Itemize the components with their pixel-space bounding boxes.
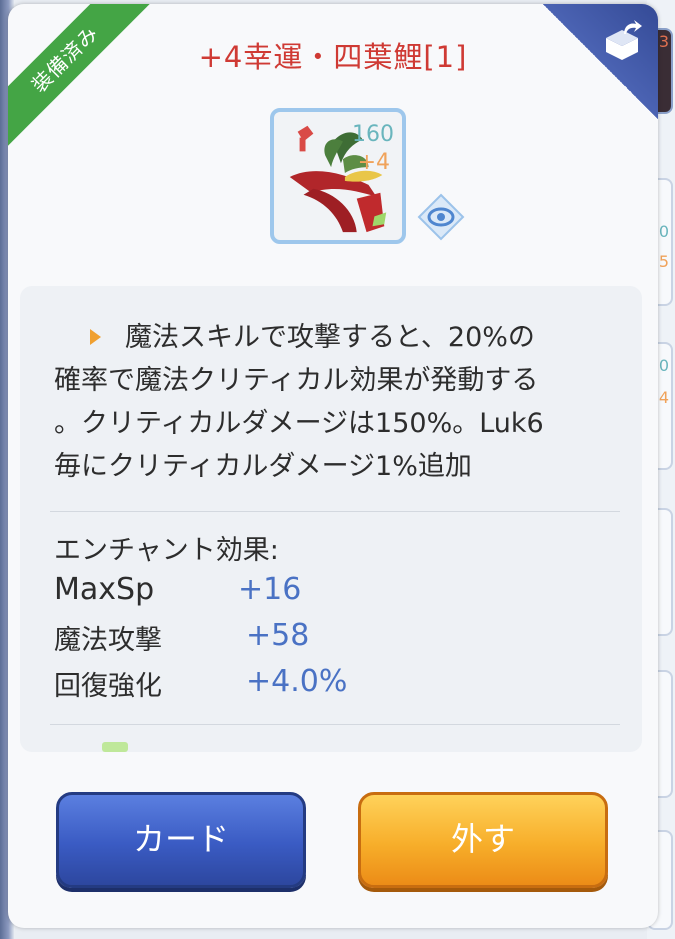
equipped-ribbon: 装備済み bbox=[8, 4, 168, 164]
enchant-name-1: MaxSp bbox=[54, 572, 155, 607]
card-button[interactable]: カード bbox=[56, 792, 306, 888]
description-text: 魔法スキルで攻撃すると、20%の 確率で魔法クリティカル効果が発動する 。クリテ… bbox=[54, 316, 614, 488]
side-number-2: 0 bbox=[658, 222, 669, 241]
description-line-3: 。クリティカルダメージは150%。Luk6 bbox=[54, 408, 544, 439]
remove-button-label: 外す bbox=[450, 820, 515, 858]
divider-1 bbox=[50, 511, 620, 512]
enchant-value-2: +58 bbox=[246, 618, 310, 653]
item-refine: +4 bbox=[357, 150, 390, 175]
arrow-icon bbox=[90, 329, 101, 345]
divider-2 bbox=[50, 724, 620, 725]
description-line-1: 魔法スキルで攻撃すると、20%の bbox=[54, 316, 614, 359]
remove-button[interactable]: 外す bbox=[358, 792, 608, 888]
description-line-2: 確率で魔法クリティカル効果が発動する bbox=[54, 365, 539, 396]
item-icon-frame[interactable]: 160 +4 bbox=[270, 108, 406, 244]
share-corner[interactable] bbox=[543, 4, 658, 119]
eye-icon[interactable] bbox=[416, 192, 466, 242]
description-line-1-text: 魔法スキルで攻撃すると、20%の bbox=[125, 322, 535, 353]
next-section-indicator bbox=[102, 742, 128, 752]
description-box: 魔法スキルで攻撃すると、20%の 確率で魔法クリティカル効果が発動する 。クリテ… bbox=[20, 286, 642, 752]
side-number-5: 4 bbox=[658, 388, 669, 407]
card-button-label: カード bbox=[132, 820, 229, 858]
side-number-1: 3 bbox=[658, 32, 669, 51]
enchant-name-3: 回復強化 bbox=[54, 671, 162, 702]
enchant-value-1: +16 bbox=[238, 572, 302, 607]
description-line-4: 毎にクリティカルダメージ1%追加 bbox=[54, 451, 472, 482]
enchant-value-3: +4.0% bbox=[246, 664, 348, 699]
share-icon[interactable] bbox=[600, 18, 644, 62]
item-detail-panel: 装備済み +4幸運・四葉鯉[1] 160 +4 魔法スキルで攻撃すると、20%の… bbox=[8, 4, 658, 928]
enchant-name-2: 魔法攻撃 bbox=[54, 625, 162, 656]
side-number-3: 5 bbox=[658, 252, 669, 271]
enchant-heading: エンチャント効果: bbox=[54, 535, 279, 566]
item-level: 160 bbox=[352, 122, 394, 147]
side-number-4: 0 bbox=[658, 356, 669, 375]
equipped-ribbon-label: 装備済み bbox=[8, 4, 155, 149]
